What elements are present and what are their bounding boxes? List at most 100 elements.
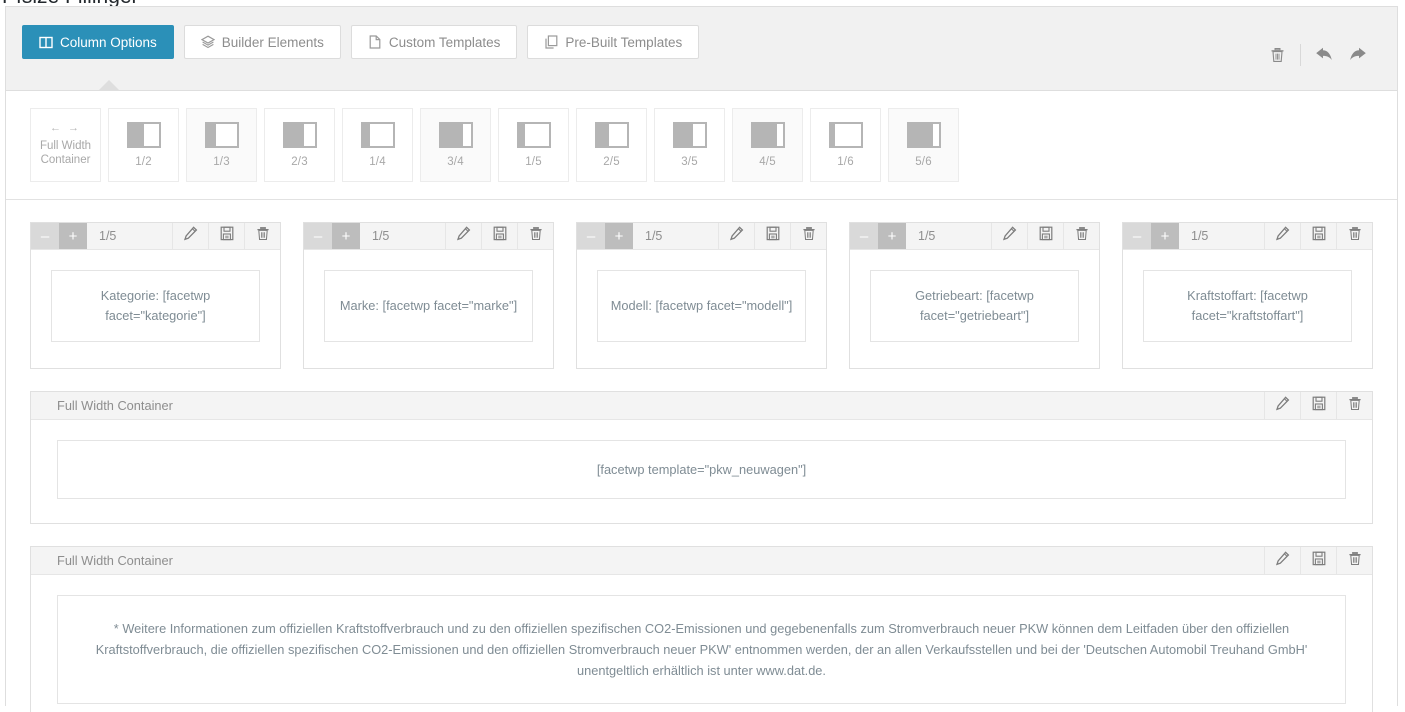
column-ratio-preview bbox=[750, 122, 785, 148]
trash-icon bbox=[1075, 226, 1089, 246]
save-column-button[interactable] bbox=[481, 223, 517, 249]
column-option-4-5[interactable]: 4/5 bbox=[732, 108, 803, 182]
column-card: – +1/5 Modell: [facetwp facet="modell"] bbox=[576, 222, 827, 369]
delete-column-button[interactable] bbox=[790, 223, 826, 249]
save-icon bbox=[220, 226, 234, 246]
save-column-button[interactable] bbox=[1027, 223, 1063, 249]
tab-label: Column Options bbox=[60, 34, 157, 50]
increase-width-button[interactable]: + bbox=[59, 223, 87, 249]
module-shortcode[interactable]: Modell: [facetwp facet="modell"] bbox=[597, 270, 806, 342]
save-icon bbox=[1312, 551, 1326, 571]
edit-column-button[interactable] bbox=[718, 223, 754, 249]
column-option-1-3[interactable]: 1/3 bbox=[186, 108, 257, 182]
decrease-width-button[interactable]: – bbox=[1123, 223, 1151, 249]
resize-arrows-icon: ← → bbox=[49, 122, 82, 134]
column-option-1-6[interactable]: 1/6 bbox=[810, 108, 881, 182]
trash-icon bbox=[1348, 551, 1362, 571]
module-shortcode[interactable]: [facetwp template="pkw_neuwagen"] bbox=[57, 440, 1346, 499]
column-option-3-4[interactable]: 3/4 bbox=[420, 108, 491, 182]
column-option-2-5[interactable]: 2/5 bbox=[576, 108, 647, 182]
column-option-1-4[interactable]: 1/4 bbox=[342, 108, 413, 182]
save-column-button[interactable] bbox=[208, 223, 244, 249]
full-width-title: Full Width Container bbox=[57, 553, 173, 568]
trash-icon bbox=[1348, 226, 1362, 246]
delete-column-button[interactable] bbox=[244, 223, 280, 249]
tab-builder-elements[interactable]: Builder Elements bbox=[183, 25, 341, 59]
trash-icon[interactable] bbox=[1260, 41, 1294, 69]
save-column-button[interactable] bbox=[1300, 223, 1336, 249]
column-body: Getriebeart: [facetwp facet="getriebeart… bbox=[850, 250, 1099, 368]
column-option-label: 2/3 bbox=[291, 156, 308, 168]
column-option-label: Full Width Container bbox=[39, 140, 92, 166]
column-option-3-5[interactable]: 3/5 bbox=[654, 108, 725, 182]
module-shortcode[interactable]: Getriebeart: [facetwp facet="getriebeart… bbox=[870, 270, 1079, 342]
decrease-width-button[interactable]: – bbox=[850, 223, 878, 249]
delete-column-button[interactable] bbox=[1336, 223, 1372, 249]
module-shortcode[interactable]: Marke: [facetwp facet="marke"] bbox=[324, 270, 533, 342]
increase-width-button[interactable]: + bbox=[332, 223, 360, 249]
tab-custom-templates[interactable]: Custom Templates bbox=[350, 25, 518, 59]
column-toolbar: – +1/5 bbox=[304, 223, 553, 250]
column-option-label: 1/5 bbox=[525, 156, 542, 168]
column-ratio-preview bbox=[906, 122, 941, 148]
column-body: Kategorie: [facetwp facet="kategorie"] bbox=[31, 250, 280, 368]
undo-icon[interactable] bbox=[1307, 41, 1341, 69]
increase-width-button[interactable]: + bbox=[878, 223, 906, 249]
full-width-title: Full Width Container bbox=[57, 398, 173, 413]
column-ratio-preview bbox=[282, 122, 317, 148]
redo-icon[interactable] bbox=[1341, 41, 1375, 69]
module-shortcode[interactable]: Kategorie: [facetwp facet="kategorie"] bbox=[51, 270, 260, 342]
full-width-toolbar: Full Width Container bbox=[31, 392, 1372, 420]
column-card: – +1/5 Kraftstoffart: [facetwp facet="kraf… bbox=[1122, 222, 1373, 369]
full-width-sections: Full Width Container [facetwp template="p… bbox=[30, 391, 1373, 712]
top-actions bbox=[1260, 41, 1375, 69]
builder-canvas: – +1/5 Kategorie: [facetwp facet="kategori… bbox=[6, 200, 1397, 712]
tab-pre-built-templates[interactable]: Pre-Built Templates bbox=[527, 25, 700, 59]
save-icon bbox=[1312, 396, 1326, 416]
decrease-width-button[interactable]: – bbox=[31, 223, 59, 249]
column-option-full-width[interactable]: ← → Full Width Container bbox=[30, 108, 101, 182]
column-body: Kraftstoffart: [facetwp facet="kraftstof… bbox=[1123, 250, 1372, 368]
delete-column-button[interactable] bbox=[1063, 223, 1099, 249]
save-column-button[interactable] bbox=[754, 223, 790, 249]
edit-column-button[interactable] bbox=[445, 223, 481, 249]
column-ratio-preview bbox=[516, 122, 551, 148]
copy-icon bbox=[544, 35, 558, 49]
full-width-body: * Weitere Informationen zum offiziellen … bbox=[31, 575, 1372, 712]
edit-section-button[interactable] bbox=[1264, 392, 1300, 419]
trash-icon bbox=[1348, 396, 1362, 416]
pencil-icon bbox=[183, 226, 198, 246]
delete-section-button[interactable] bbox=[1336, 547, 1372, 574]
column-option-1-2[interactable]: 1/2 bbox=[108, 108, 179, 182]
decrease-width-button[interactable]: – bbox=[577, 223, 605, 249]
module-shortcode[interactable]: * Weitere Informationen zum offiziellen … bbox=[57, 595, 1346, 704]
increase-width-button[interactable]: + bbox=[605, 223, 633, 249]
column-option-label: 3/4 bbox=[447, 156, 464, 168]
module-shortcode[interactable]: Kraftstoffart: [facetwp facet="kraftstof… bbox=[1143, 270, 1352, 342]
edit-column-button[interactable] bbox=[1264, 223, 1300, 249]
column-option-5-6[interactable]: 5/6 bbox=[888, 108, 959, 182]
delete-section-button[interactable] bbox=[1336, 392, 1372, 419]
column-ratio-preview bbox=[126, 122, 161, 148]
increase-width-button[interactable]: + bbox=[1151, 223, 1179, 249]
pencil-icon bbox=[1275, 226, 1290, 246]
column-option-1-5[interactable]: 1/5 bbox=[498, 108, 569, 182]
edit-column-button[interactable] bbox=[991, 223, 1027, 249]
pencil-icon bbox=[729, 226, 744, 246]
save-section-button[interactable] bbox=[1300, 392, 1336, 419]
decrease-width-button[interactable]: – bbox=[304, 223, 332, 249]
active-tab-caret bbox=[98, 80, 120, 91]
column-toolbar: – +1/5 bbox=[577, 223, 826, 250]
tab-column-options[interactable]: Column Options bbox=[22, 25, 174, 59]
layers-icon bbox=[200, 35, 215, 49]
edit-section-button[interactable] bbox=[1264, 547, 1300, 574]
column-option-2-3[interactable]: 2/3 bbox=[264, 108, 335, 182]
builder-tabbar: Column Options Builder Elements Custom Tem… bbox=[6, 7, 1397, 91]
pencil-icon bbox=[1275, 395, 1290, 416]
delete-column-button[interactable] bbox=[517, 223, 553, 249]
column-ratio-preview bbox=[360, 122, 395, 148]
column-ratio-preview bbox=[204, 122, 239, 148]
column-body: Marke: [facetwp facet="marke"] bbox=[304, 250, 553, 368]
edit-column-button[interactable] bbox=[172, 223, 208, 249]
save-section-button[interactable] bbox=[1300, 547, 1336, 574]
